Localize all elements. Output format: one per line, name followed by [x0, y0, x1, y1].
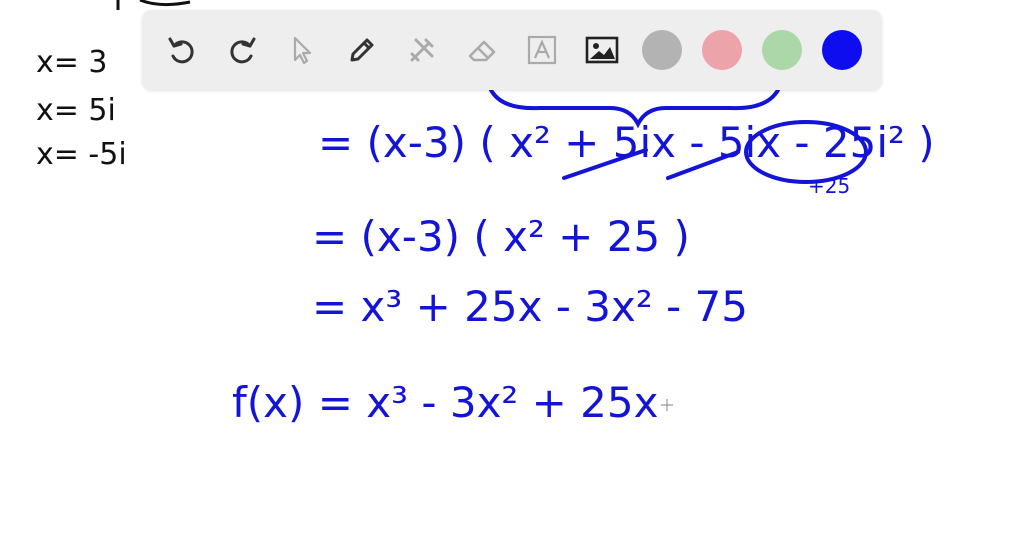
final-function: f(x) = x³ - 3x² + 25x: [232, 378, 659, 427]
pen-icon: [350, 38, 374, 62]
pen-button[interactable]: [342, 30, 382, 70]
eraser-icon: [468, 40, 496, 62]
crosshair-cursor-icon: [661, 399, 673, 411]
cancel-strokes: [562, 148, 740, 180]
image-icon: [585, 36, 619, 64]
color-swatch-gray[interactable]: [642, 30, 682, 70]
text-icon: [527, 35, 557, 65]
tools-button[interactable]: [402, 30, 442, 70]
redo-icon: [230, 37, 256, 64]
undo-icon: [168, 37, 194, 64]
drawing-toolbar: [142, 10, 882, 90]
image-button[interactable]: [582, 30, 622, 70]
simplified-line: = (x-3) ( x² + 25 ): [312, 212, 690, 261]
text-button[interactable]: [522, 30, 562, 70]
select-arrow-icon: [293, 36, 312, 65]
color-swatch-pink[interactable]: [702, 30, 742, 70]
tools-icon: [410, 38, 434, 62]
root-x-3: x= 3: [36, 45, 108, 80]
plus25-annotation: +25: [808, 174, 851, 198]
root-x-neg5i: x= -5i: [36, 137, 127, 172]
root-x-5i: x= 5i: [36, 93, 116, 128]
redo-button[interactable]: [222, 30, 262, 70]
expanded-line: = x³ + 25x - 3x² - 75: [312, 282, 748, 331]
select-button[interactable]: [282, 30, 322, 70]
undo-button[interactable]: [162, 30, 202, 70]
color-swatch-green[interactable]: [762, 30, 802, 70]
eraser-button[interactable]: [462, 30, 502, 70]
color-swatch-blue[interactable]: [822, 30, 862, 70]
